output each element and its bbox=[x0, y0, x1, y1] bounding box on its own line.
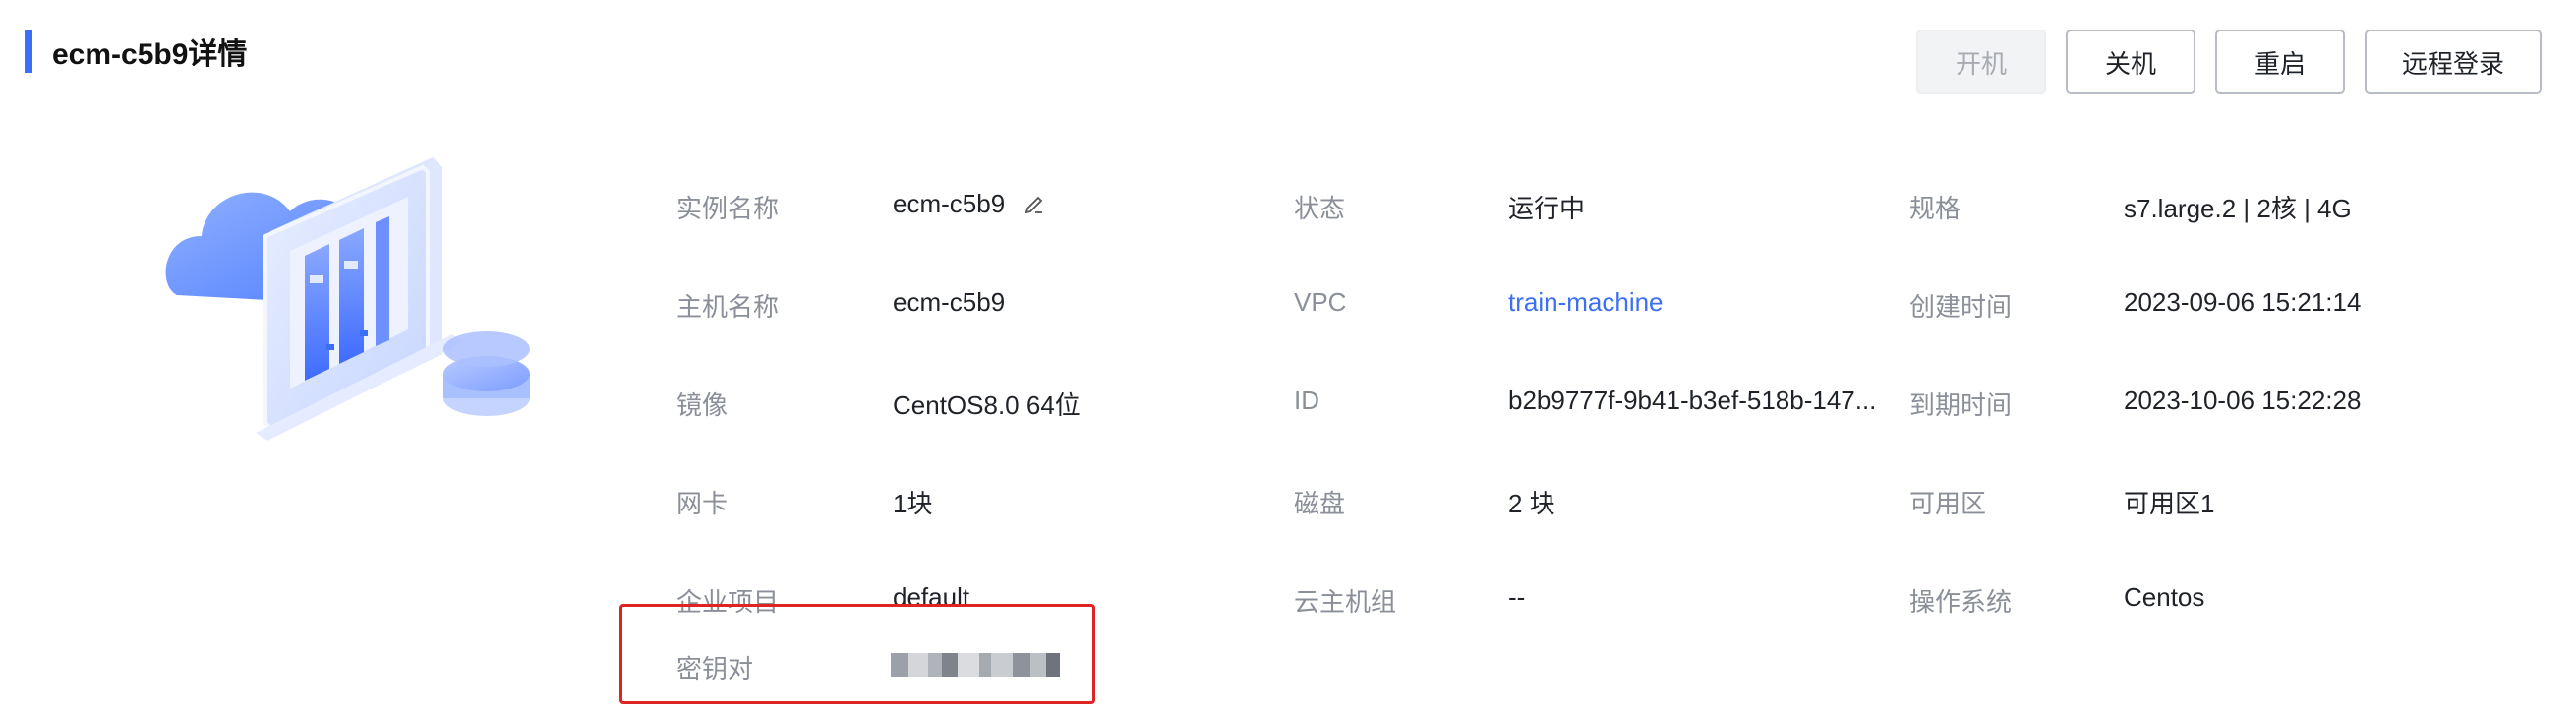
spec-value: s7.large.2 | 2核 | 4G bbox=[2124, 194, 2352, 223]
expire-time-value: 2023-10-06 15:22:28 bbox=[2124, 386, 2362, 415]
vpc-link[interactable]: train-machine bbox=[1508, 287, 1664, 318]
disk-value: 2 块 bbox=[1508, 489, 1555, 518]
instance-name-label: 实例名称 bbox=[676, 194, 780, 223]
vpc-label: VPC bbox=[1294, 287, 1347, 317]
os-value: Centos bbox=[2124, 582, 2205, 612]
title-accent-bar bbox=[25, 30, 32, 73]
zone-value: 可用区1 bbox=[2124, 489, 2215, 518]
server-icon bbox=[165, 157, 530, 441]
status-label: 状态 bbox=[1294, 194, 1346, 223]
title-bar: ecm-c5b9详情 bbox=[25, 28, 247, 75]
zone-label: 可用区 bbox=[1909, 489, 1987, 518]
instance-detail-page: ecm-c5b9详情 开机 关机 重启 远程登录 实例名称 ecm-c5b9 主… bbox=[0, 0, 2576, 718]
id-label: ID bbox=[1294, 386, 1319, 415]
nic-value: 1块 bbox=[893, 489, 933, 518]
os-label: 操作系统 bbox=[1909, 587, 2013, 617]
restart-button[interactable]: 重启 bbox=[2215, 30, 2345, 94]
image-value: CentOS8.0 64位 bbox=[893, 390, 1081, 420]
server-cloud-illustration bbox=[157, 148, 551, 492]
host-name-label: 主机名称 bbox=[676, 292, 780, 322]
key-pair-redacted-value bbox=[891, 653, 1060, 677]
spec-label: 规格 bbox=[1909, 194, 1961, 223]
instance-name-value: ecm-c5b9 bbox=[893, 189, 1006, 218]
host-group-label: 云主机组 bbox=[1294, 587, 1397, 617]
power-off-button[interactable]: 关机 bbox=[2066, 30, 2195, 94]
image-label: 镜像 bbox=[676, 390, 729, 420]
key-pair-label: 密钥对 bbox=[676, 654, 754, 684]
page-title: ecm-c5b9详情 bbox=[52, 38, 248, 71]
power-on-button[interactable]: 开机 bbox=[1916, 30, 2046, 94]
host-group-value: -- bbox=[1508, 582, 1526, 612]
created-time-value: 2023-09-06 15:21:14 bbox=[2124, 287, 2362, 317]
id-value: b2b9777f-9b41-b3ef-518b-147... bbox=[1508, 386, 1877, 415]
action-toolbar: 开机 关机 重启 远程登录 bbox=[1916, 30, 2542, 94]
edit-icon[interactable] bbox=[1023, 193, 1046, 216]
expire-time-label: 到期时间 bbox=[1909, 390, 2013, 420]
remote-login-button[interactable]: 远程登录 bbox=[2365, 30, 2542, 94]
disk-label: 磁盘 bbox=[1294, 489, 1346, 518]
created-time-label: 创建时间 bbox=[1909, 292, 2013, 322]
host-name-value: ecm-c5b9 bbox=[893, 287, 1006, 317]
status-value: 运行中 bbox=[1508, 194, 1586, 223]
nic-label: 网卡 bbox=[676, 489, 729, 518]
